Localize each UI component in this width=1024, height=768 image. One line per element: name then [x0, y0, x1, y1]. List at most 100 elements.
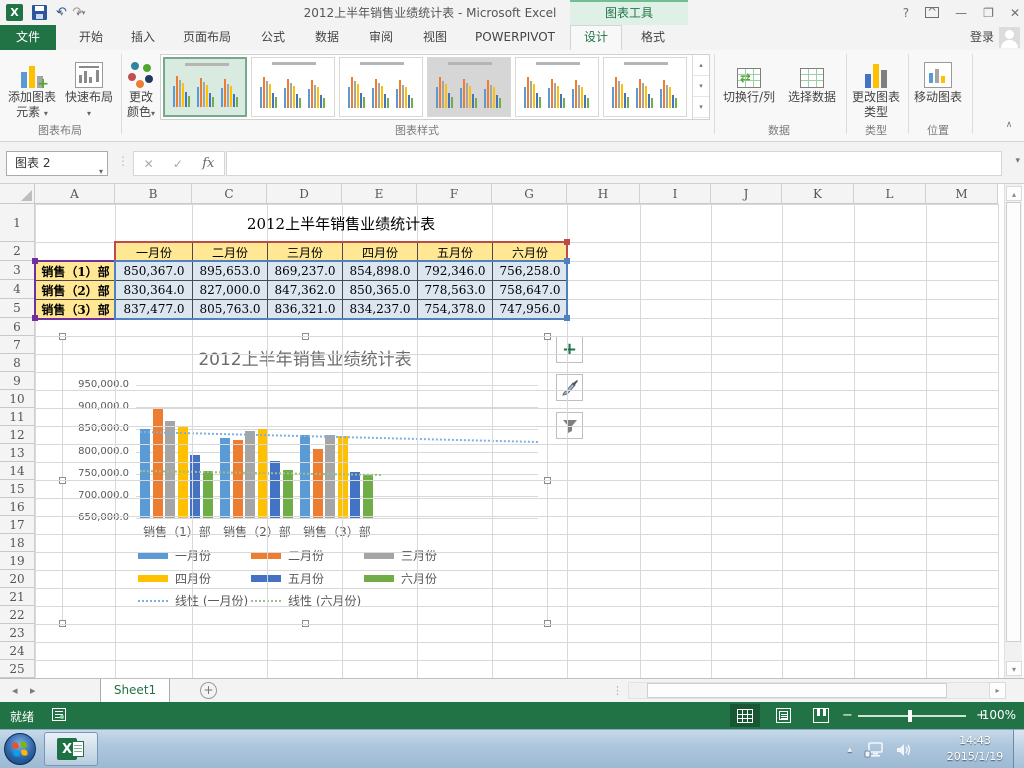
value-cell[interactable]: 827,000.0 — [192, 280, 268, 300]
ribbon-display-options-button[interactable]: ^ — [925, 6, 940, 18]
chart-bar[interactable] — [282, 470, 293, 518]
value-cell[interactable]: 792,346.0 — [417, 261, 493, 281]
insert-function-button[interactable]: fx — [202, 156, 214, 171]
change-chart-type-button[interactable]: 更改图表类型 — [850, 54, 902, 120]
page-break-view-button[interactable] — [806, 704, 836, 727]
value-cell[interactable]: 854,898.0 — [342, 261, 418, 281]
macro-record-icon[interactable] — [52, 708, 66, 721]
help-button[interactable]: ? — [903, 6, 909, 20]
legend-item[interactable]: 线性 (六月份) — [251, 592, 371, 610]
legend-item[interactable]: 四月份 — [138, 570, 248, 588]
tab-scrollbar-splitter[interactable]: ⋮ — [612, 684, 624, 697]
excel-app-icon[interactable]: X — [6, 4, 23, 21]
value-cell[interactable]: 869,237.0 — [267, 261, 343, 281]
value-cell[interactable]: 805,763.0 — [192, 299, 268, 319]
chart-bar[interactable] — [140, 429, 150, 518]
vertical-scrollbar[interactable]: ▴ ▾ — [1004, 184, 1022, 678]
network-icon[interactable] — [864, 741, 884, 758]
save-button[interactable] — [32, 5, 47, 20]
tab-审阅[interactable]: 审阅 — [356, 25, 406, 50]
change-colors-button[interactable]: 更改颜色▾ — [124, 54, 158, 121]
tab-页面布局[interactable]: 页面布局 — [170, 25, 244, 50]
show-desktop-button[interactable] — [1013, 730, 1024, 768]
column-header-I[interactable]: I — [640, 184, 711, 204]
month-header-cell[interactable]: 五月份 — [417, 242, 493, 262]
value-cell[interactable]: 836,321.0 — [267, 299, 343, 319]
chart-bar[interactable] — [232, 440, 243, 518]
row-header-22[interactable]: 22 — [0, 606, 35, 624]
value-cell[interactable]: 895,653.0 — [192, 261, 268, 281]
move-chart-button[interactable]: 移动图表 — [912, 54, 964, 105]
vertical-scroll-thumb[interactable] — [1006, 202, 1021, 642]
scroll-down-button[interactable]: ▾ — [1006, 661, 1022, 676]
switch-row-column-button[interactable]: ⇄ 切换行/列 — [718, 54, 780, 105]
value-cell[interactable]: 837,477.0 — [115, 299, 193, 319]
select-all-button[interactable] — [0, 184, 35, 204]
row-header-1[interactable]: 1 — [0, 204, 35, 242]
legend-item[interactable]: 六月份 — [364, 570, 474, 588]
row-header-4[interactable]: 4 — [0, 280, 35, 299]
column-header-D[interactable]: D — [267, 184, 342, 204]
row-header-23[interactable]: 23 — [0, 624, 35, 642]
row-header-5[interactable]: 5 — [0, 299, 35, 318]
sign-in-link[interactable]: 登录 — [970, 25, 994, 50]
tab-格式[interactable]: 格式 — [628, 25, 678, 50]
avatar[interactable] — [999, 27, 1020, 48]
column-header-L[interactable]: L — [854, 184, 926, 204]
zoom-slider[interactable] — [858, 710, 966, 722]
scroll-right-button[interactable]: ▸ — [989, 682, 1006, 699]
row-header-14[interactable]: 14 — [0, 462, 35, 480]
column-header-B[interactable]: B — [115, 184, 192, 204]
minimize-button[interactable]: — — [955, 6, 967, 20]
chart-bar[interactable] — [362, 475, 373, 518]
add-chart-element-button[interactable]: + 添加图表元素 ▾ — [4, 54, 60, 121]
value-cell[interactable]: 850,365.0 — [342, 280, 418, 300]
row-header-25[interactable]: 25 — [0, 660, 35, 678]
row-header-11[interactable]: 11 — [0, 408, 35, 426]
chart-bar[interactable] — [202, 471, 213, 518]
chart-elements-button[interactable]: + — [556, 336, 583, 363]
cancel-button[interactable]: ✕ — [144, 157, 154, 171]
name-box-splitter[interactable]: ⋮ — [117, 154, 129, 168]
tab-开始[interactable]: 开始 — [66, 25, 116, 50]
row-header-9[interactable]: 9 — [0, 372, 35, 390]
hidden-icons-button[interactable]: ▴ — [847, 745, 852, 755]
column-header-E[interactable]: E — [342, 184, 417, 204]
prev-sheet-button[interactable]: ◂ — [12, 679, 18, 703]
name-box[interactable]: 图表 2 ▾ — [6, 151, 108, 176]
gallery-more-button[interactable]: ▾ — [693, 97, 709, 118]
chart-bar[interactable] — [325, 435, 335, 518]
chart-bar[interactable] — [312, 449, 323, 518]
row-header-3[interactable]: 3 — [0, 261, 35, 280]
tab-公式[interactable]: 公式 — [248, 25, 298, 50]
column-header-A[interactable]: A — [35, 184, 115, 204]
chart-style-thumbnail[interactable] — [251, 57, 335, 117]
range-handle[interactable] — [32, 315, 38, 321]
dept-name-cell[interactable]: 销售（1）部 — [35, 261, 116, 281]
row-header-7[interactable]: 7 — [0, 336, 35, 354]
chart-style-thumbnail[interactable] — [163, 57, 247, 117]
tab-插入[interactable]: 插入 — [118, 25, 168, 50]
normal-view-button[interactable] — [730, 704, 760, 727]
row-header-17[interactable]: 17 — [0, 516, 35, 534]
range-handle[interactable] — [564, 315, 570, 321]
month-header-cell[interactable]: 一月份 — [115, 242, 193, 262]
column-header-F[interactable]: F — [417, 184, 492, 204]
column-header-J[interactable]: J — [711, 184, 782, 204]
value-cell[interactable]: 778,563.0 — [417, 280, 493, 300]
row-header-2[interactable]: 2 — [0, 242, 35, 261]
table-title-cell[interactable]: 2012上半年销售业绩统计表 — [115, 204, 567, 242]
range-handle[interactable] — [564, 239, 570, 245]
taskbar-excel-button[interactable]: X — [44, 732, 98, 766]
chart-title[interactable]: 2012上半年销售业绩统计表 — [63, 345, 547, 370]
chart-bar[interactable] — [220, 438, 230, 518]
column-header-H[interactable]: H — [567, 184, 640, 204]
row-header-15[interactable]: 15 — [0, 480, 35, 498]
month-header-cell[interactable]: 四月份 — [342, 242, 418, 262]
legend-item[interactable]: 线性 (一月份) — [138, 592, 258, 610]
chart-bar[interactable] — [300, 435, 310, 518]
zoom-out-button[interactable]: − — [842, 708, 853, 723]
collapse-ribbon-button[interactable]: ∧ — [1000, 120, 1018, 136]
row-header-8[interactable]: 8 — [0, 354, 35, 372]
next-sheet-button[interactable]: ▸ — [30, 679, 36, 703]
